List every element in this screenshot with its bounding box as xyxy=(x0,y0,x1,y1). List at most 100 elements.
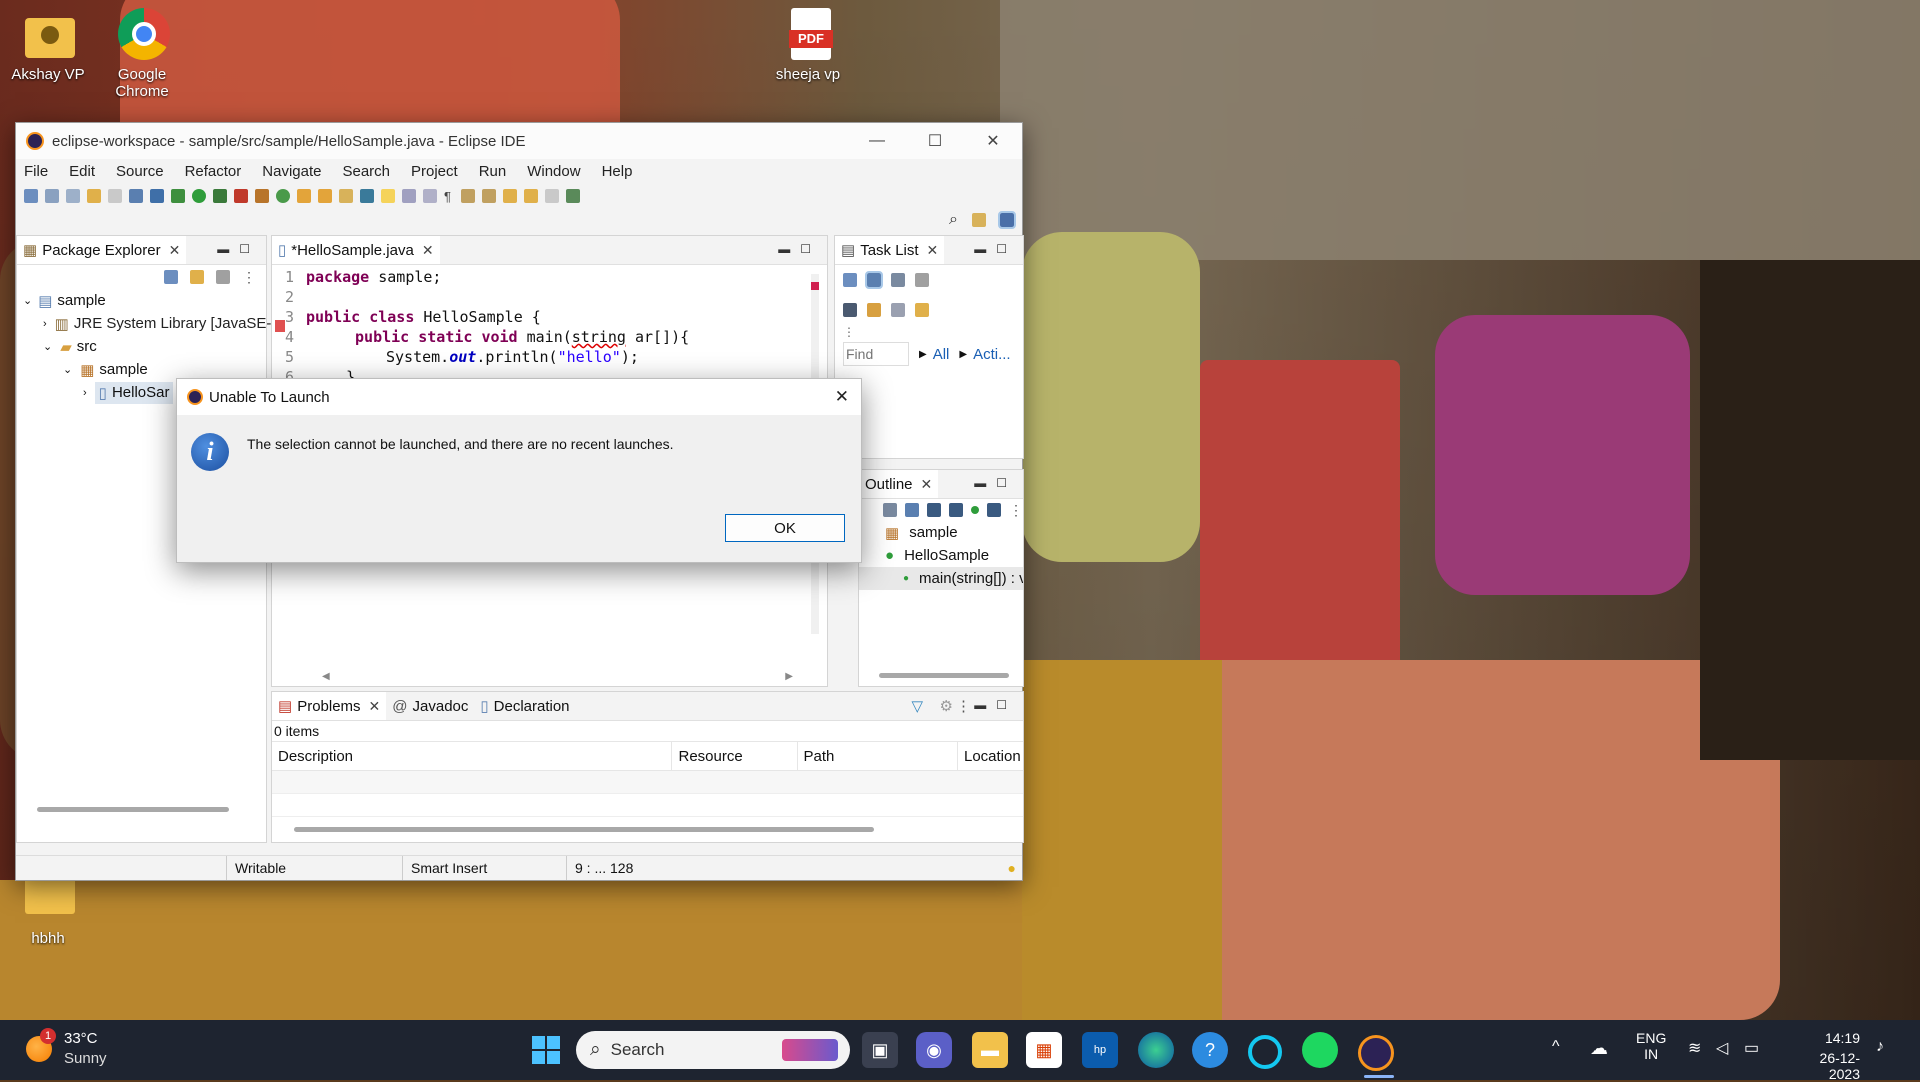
hide-completed-icon[interactable] xyxy=(843,303,857,317)
hide-fields-icon[interactable] xyxy=(927,503,941,517)
hide-local-types-icon[interactable] xyxy=(987,503,1001,517)
minimize-button[interactable]: — xyxy=(848,123,906,159)
horizontal-scrollbar[interactable] xyxy=(879,673,1009,678)
myhp-icon[interactable]: hp xyxy=(1082,1032,1118,1068)
new-icon[interactable] xyxy=(24,189,38,203)
chevron-down-icon[interactable]: ⌄ xyxy=(23,294,32,307)
filter-activate-link[interactable]: Acti... xyxy=(973,346,1011,363)
outline-item-method[interactable]: ● main(string[]) : vo xyxy=(859,567,1023,590)
collapse-icon[interactable] xyxy=(891,303,905,317)
terminal-icon[interactable] xyxy=(129,189,143,203)
view-menu-icon[interactable]: ⋮ xyxy=(1009,502,1023,519)
menu-window[interactable]: Window xyxy=(527,163,580,180)
forward-icon[interactable] xyxy=(545,189,559,203)
filter-icon[interactable]: ▽ xyxy=(911,697,923,715)
tab-problems[interactable]: ▤ Problems ✕ xyxy=(272,692,387,720)
onedrive-icon[interactable]: ☁ xyxy=(1590,1038,1608,1059)
code-area[interactable]: 1 package sample; 2 3 public class HelloSa… xyxy=(272,268,802,388)
tree-item-src[interactable]: ⌄ ▰ src xyxy=(17,335,266,358)
close-button[interactable]: ✕ xyxy=(964,123,1022,159)
view-menu-icon[interactable]: ⋮ xyxy=(835,325,1023,339)
tab-hellosample-java[interactable]: ▯ *HelloSample.java ✕ xyxy=(272,236,440,264)
focus-icon[interactable]: ⚙ xyxy=(940,697,953,715)
task-view-icon[interactable]: ▣ xyxy=(862,1032,898,1068)
search-tool-icon[interactable] xyxy=(339,189,353,203)
battery-icon[interactable]: ▭ xyxy=(1744,1038,1759,1058)
desktop-icon-chrome[interactable]: Google Chrome xyxy=(94,8,190,100)
weather-description[interactable]: Sunny xyxy=(64,1050,107,1067)
file-explorer-icon[interactable]: ▬ xyxy=(972,1032,1008,1068)
menu-source[interactable]: Source xyxy=(116,163,164,180)
prev-annotation-icon[interactable] xyxy=(482,189,496,203)
maximize-button[interactable]: ☐ xyxy=(906,123,964,159)
tab-declaration[interactable]: ▯ Declaration xyxy=(474,692,575,720)
sync-icon[interactable] xyxy=(867,303,881,317)
last-edit-icon[interactable] xyxy=(503,189,517,203)
close-tab-icon[interactable]: ✕ xyxy=(927,242,939,259)
close-tab-icon[interactable]: ✕ xyxy=(422,242,434,259)
external-tools-icon[interactable] xyxy=(234,189,248,203)
chevron-down-icon[interactable]: ⌄ xyxy=(43,340,52,353)
hide-nonpublic-icon[interactable] xyxy=(971,506,979,514)
outline-item-class[interactable]: ● HelloSample xyxy=(859,544,1023,567)
start-button[interactable] xyxy=(528,1032,564,1068)
chevron-right-icon[interactable]: › xyxy=(43,318,47,330)
collapse-all-icon[interactable] xyxy=(883,503,897,517)
java-perspective-icon[interactable] xyxy=(998,211,1016,229)
clock[interactable]: 14:19 26-12-2023 xyxy=(1790,1030,1860,1082)
pin-editor-icon[interactable] xyxy=(566,189,580,203)
focus-icon[interactable] xyxy=(915,273,929,287)
back-icon[interactable] xyxy=(524,189,538,203)
ok-button[interactable]: OK xyxy=(725,514,845,542)
spotify-icon[interactable] xyxy=(1302,1032,1338,1068)
undo-icon[interactable] xyxy=(87,189,101,203)
menu-help[interactable]: Help xyxy=(602,163,633,180)
horizontal-scrollbar[interactable] xyxy=(294,827,874,832)
menu-refactor[interactable]: Refactor xyxy=(185,163,242,180)
menu-search[interactable]: Search xyxy=(342,163,390,180)
annotation-icon[interactable] xyxy=(360,189,374,203)
minimize-maximize-icon[interactable]: ▬☐ xyxy=(974,476,1017,490)
get-help-icon[interactable]: ? xyxy=(1192,1032,1228,1068)
column-header-resource[interactable]: Resource xyxy=(672,742,798,770)
volume-icon[interactable]: ◁ xyxy=(1716,1038,1728,1058)
link-with-editor-icon[interactable] xyxy=(190,270,204,284)
redo-icon[interactable] xyxy=(108,189,122,203)
minimize-maximize-icon[interactable]: ▬☐ xyxy=(974,698,1017,712)
scroll-right-icon[interactable]: ▶ xyxy=(785,671,793,682)
scroll-left-icon[interactable]: ◀ xyxy=(322,671,330,682)
show-hidden-icons-icon[interactable]: ^ xyxy=(1552,1038,1560,1056)
block-selection-icon[interactable] xyxy=(402,189,416,203)
hide-static-icon[interactable] xyxy=(949,503,963,517)
new-task-icon[interactable] xyxy=(843,273,857,287)
save-all-icon[interactable] xyxy=(66,189,80,203)
find-input[interactable] xyxy=(843,342,909,366)
tab-outline[interactable]: Outline ✕ xyxy=(859,470,939,498)
menu-navigate[interactable]: Navigate xyxy=(262,163,321,180)
debug-icon[interactable] xyxy=(171,189,185,203)
tab-javadoc[interactable]: @ Javadoc xyxy=(386,692,474,720)
eclipse-taskbar-icon[interactable] xyxy=(1358,1035,1394,1071)
skip-breakpoints-icon[interactable] xyxy=(150,189,164,203)
minimize-maximize-icon[interactable]: ▬☐ xyxy=(217,242,260,256)
save-icon[interactable] xyxy=(45,189,59,203)
microsoft-store-icon[interactable]: ▦ xyxy=(1026,1032,1062,1068)
tree-item-project[interactable]: ⌄ ▤ sample xyxy=(17,289,266,312)
teams-chat-icon[interactable]: ◉ xyxy=(916,1032,952,1068)
desktop-icon-pdf[interactable]: PDF sheeja vp xyxy=(760,8,856,83)
close-tab-icon[interactable]: ✕ xyxy=(921,476,933,493)
open-folder-icon[interactable] xyxy=(318,189,332,203)
menu-project[interactable]: Project xyxy=(411,163,458,180)
weather-temperature[interactable]: 33°C xyxy=(64,1030,98,1047)
view-menu-icon[interactable]: ⋮ xyxy=(242,269,256,286)
sort-icon[interactable] xyxy=(905,503,919,517)
lightbulb-icon[interactable]: ● xyxy=(1008,856,1016,880)
edge-icon[interactable] xyxy=(1138,1032,1174,1068)
word-wrap-icon[interactable] xyxy=(423,189,437,203)
tree-item-jre[interactable]: › ▥ JRE System Library [JavaSE-2 xyxy=(17,312,280,335)
run-icon[interactable] xyxy=(192,189,206,203)
menu-edit[interactable]: Edit xyxy=(69,163,95,180)
scheduled-icon[interactable] xyxy=(891,273,905,287)
tab-package-explorer[interactable]: ▦ Package Explorer ✕ xyxy=(17,236,187,264)
open-type-icon[interactable] xyxy=(297,189,311,203)
